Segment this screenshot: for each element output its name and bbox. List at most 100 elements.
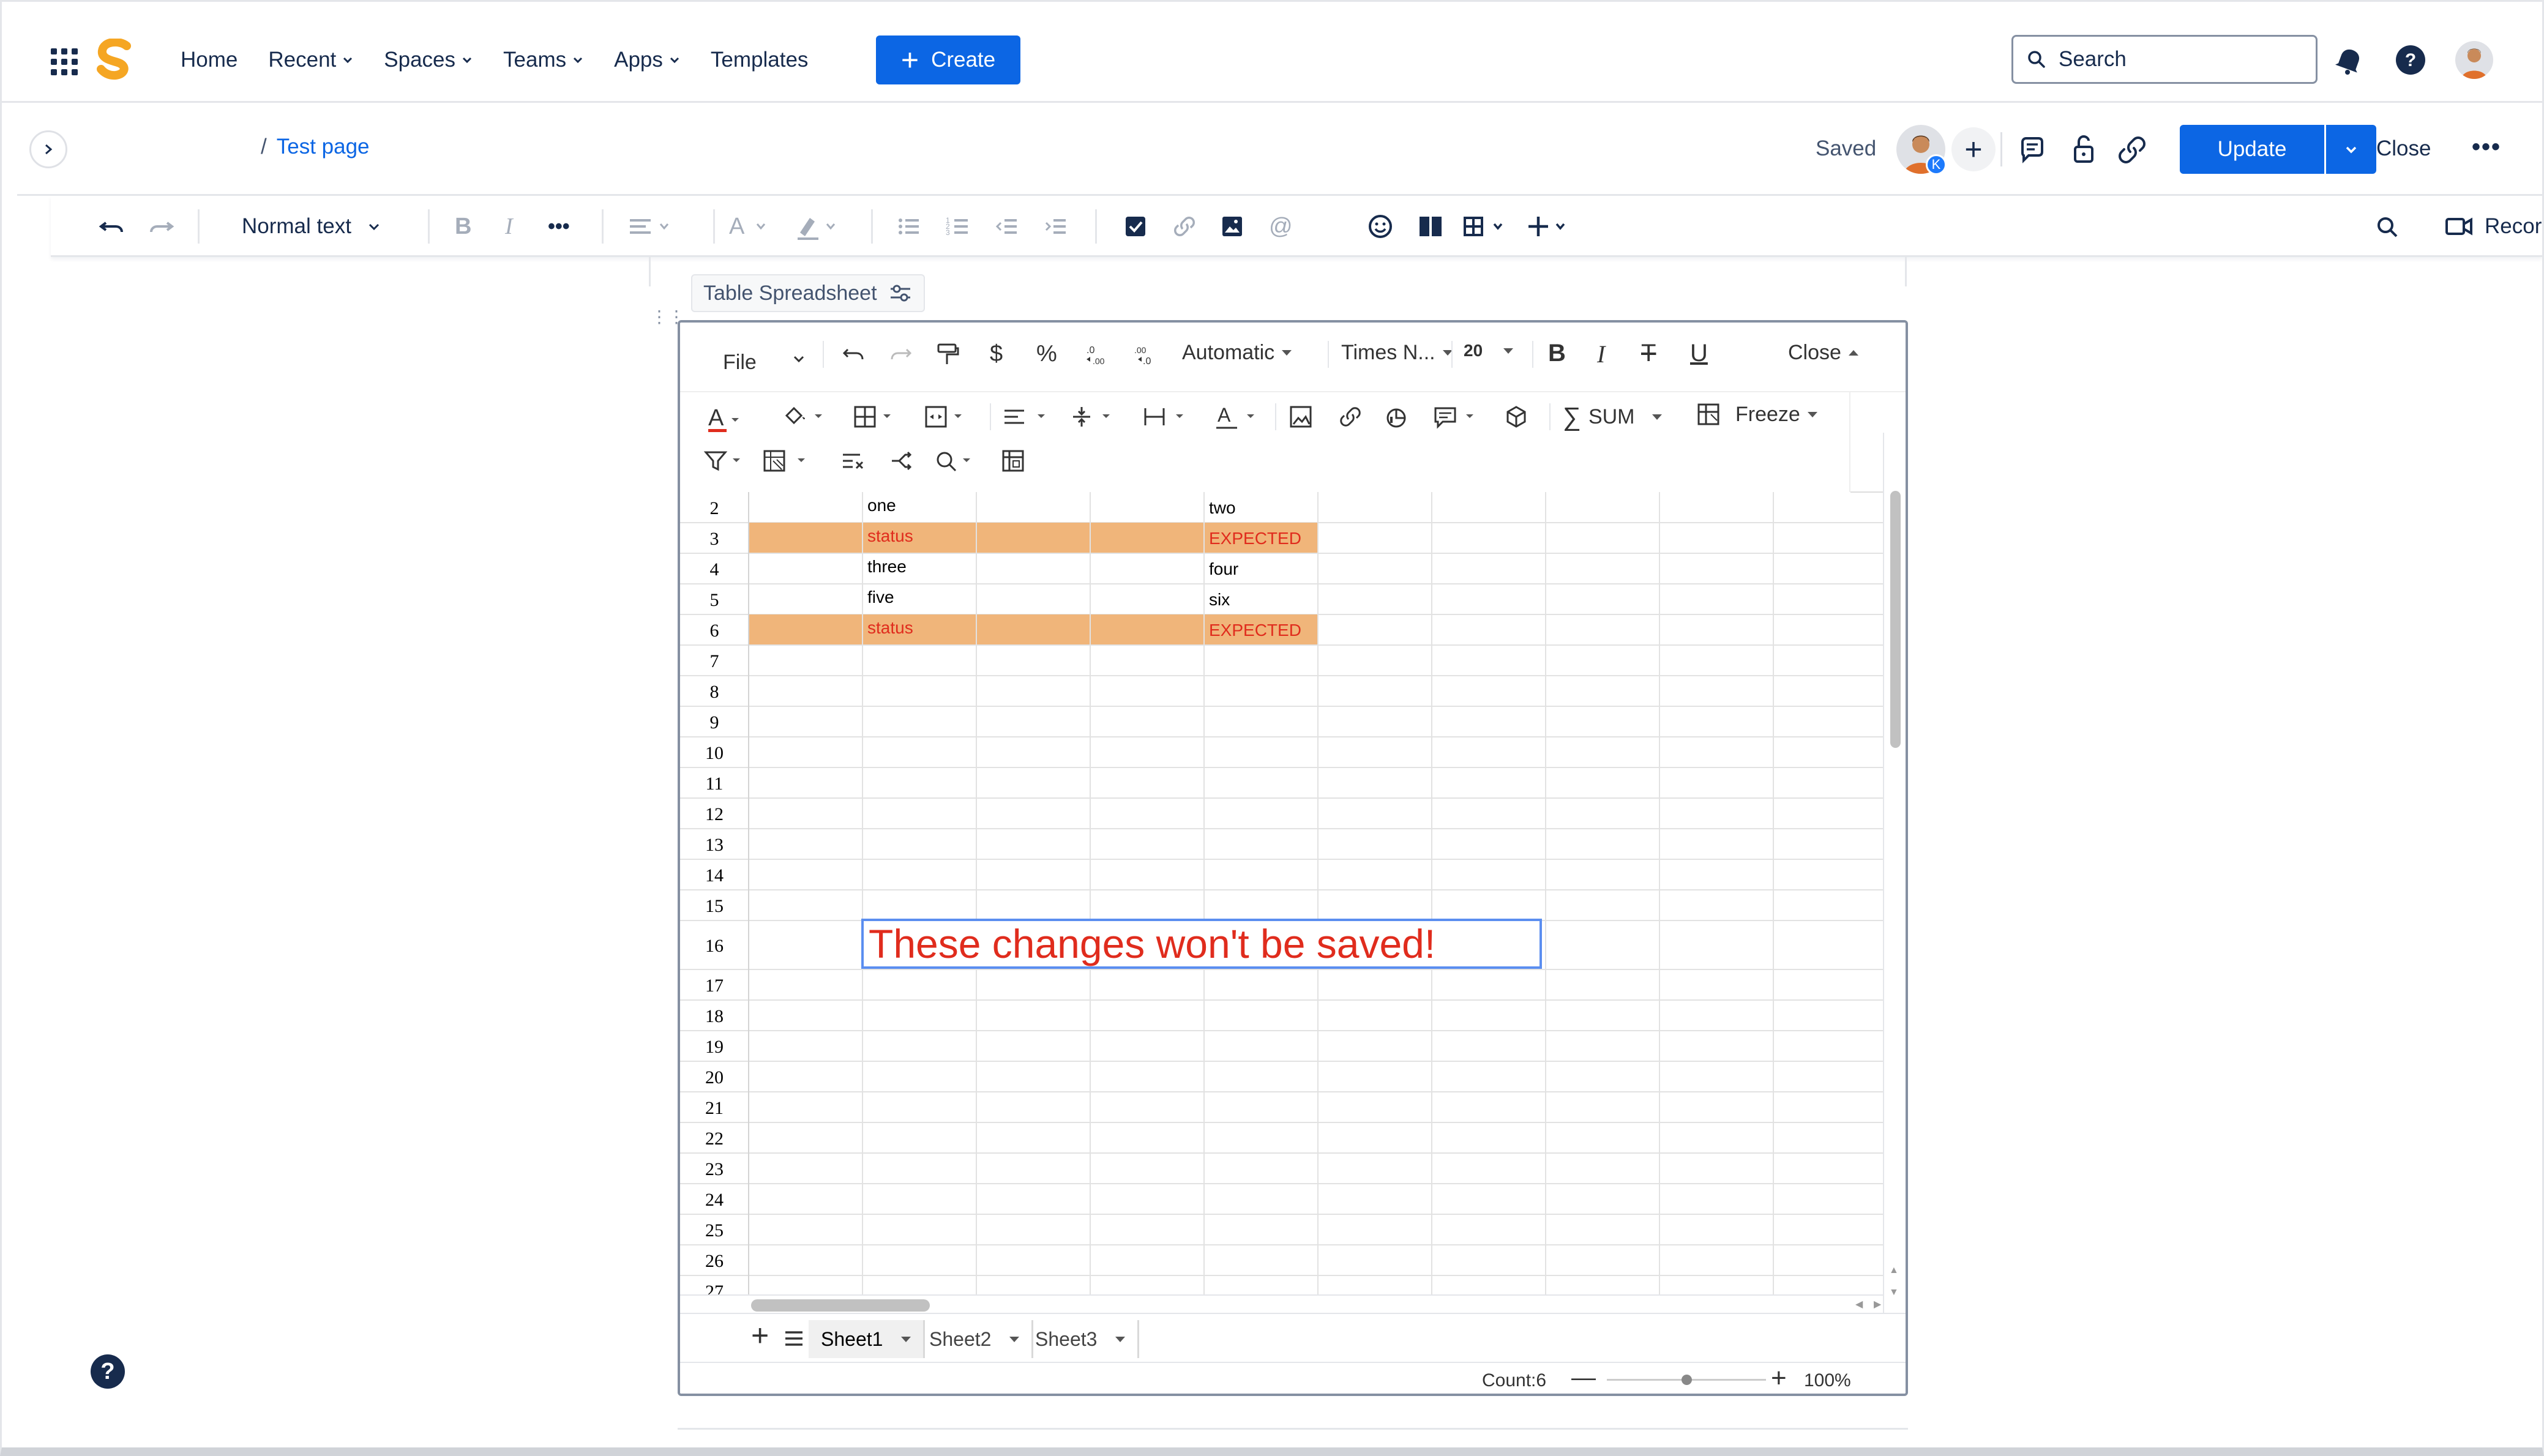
filter-icon[interactable] xyxy=(702,446,751,476)
file-menu[interactable]: File xyxy=(723,351,806,375)
data-validation-icon[interactable] xyxy=(1504,402,1531,431)
row-number[interactable]: 6 xyxy=(710,621,719,641)
nav-item-teams[interactable]: Teams xyxy=(503,48,583,72)
cell-grid[interactable]: 2 one two 3 status EXPECTED 4 three four 5 five six… xyxy=(680,492,1883,1294)
expand-sidebar-button[interactable] xyxy=(29,130,67,168)
selected-cell-warning[interactable]: These changes won't be saved! xyxy=(861,919,1542,969)
nav-item-apps[interactable]: Apps xyxy=(614,48,680,72)
row-number[interactable]: 27 xyxy=(705,1282,724,1294)
nav-item-spaces[interactable]: Spaces xyxy=(384,48,473,72)
row-number[interactable]: 22 xyxy=(705,1129,724,1149)
link-icon[interactable] xyxy=(1172,212,1197,241)
split-text-icon[interactable] xyxy=(887,446,916,476)
update-options-button[interactable] xyxy=(2326,125,2376,174)
site-logo-icon[interactable] xyxy=(95,39,135,81)
invite-collaborator-button[interactable]: + xyxy=(1951,127,1996,171)
insert-image-icon[interactable] xyxy=(1289,402,1315,431)
redo-icon[interactable] xyxy=(146,212,176,241)
comment-icon[interactable] xyxy=(2018,135,2047,164)
numbered-list-icon[interactable]: 123 xyxy=(946,212,970,241)
app-switcher-icon[interactable] xyxy=(51,48,78,75)
row-number[interactable]: 10 xyxy=(705,743,724,763)
currency-format-button[interactable]: $ xyxy=(990,341,1003,367)
row-number[interactable]: 21 xyxy=(705,1098,724,1118)
sheet-menu-arrow-icon[interactable] xyxy=(901,1336,911,1342)
row-number[interactable]: 5 xyxy=(710,590,719,610)
horizontal-scrollbar[interactable]: ◀ ▶ xyxy=(680,1294,1883,1313)
spreadsheet-grid[interactable]: 2 one two 3 status EXPECTED 4 three four 5 five six… xyxy=(680,492,1883,1294)
help-button[interactable]: ? xyxy=(91,1354,125,1389)
row-number[interactable]: 25 xyxy=(705,1220,724,1241)
row-number[interactable]: 2 xyxy=(710,498,719,518)
undo-icon[interactable] xyxy=(97,212,127,241)
horizontal-scroll-thumb[interactable] xyxy=(751,1299,930,1312)
cell-e[interactable]: EXPECTED xyxy=(1209,621,1301,640)
insert-link-icon[interactable] xyxy=(1337,402,1364,431)
row-number[interactable]: 3 xyxy=(710,529,719,549)
cell-b[interactable]: status xyxy=(867,526,913,545)
italic-icon[interactable]: I xyxy=(505,212,513,241)
notifications-icon[interactable] xyxy=(2333,43,2366,77)
help-icon[interactable]: ? xyxy=(2394,43,2427,77)
font-family-dropdown[interactable]: Times N... xyxy=(1341,341,1453,365)
action-item-icon[interactable] xyxy=(1123,212,1148,241)
row-number[interactable]: 23 xyxy=(705,1159,724,1179)
cell-e[interactable]: two xyxy=(1209,498,1236,517)
ss-bold-icon[interactable]: B xyxy=(1548,340,1566,367)
row-number[interactable]: 24 xyxy=(705,1190,724,1210)
table-icon[interactable] xyxy=(1462,212,1511,241)
conditional-format-icon[interactable] xyxy=(762,446,814,476)
clear-format-icon[interactable] xyxy=(839,446,869,476)
row-number[interactable]: 19 xyxy=(705,1037,724,1057)
nav-item-templates[interactable]: Templates xyxy=(711,48,809,72)
row-number[interactable]: 15 xyxy=(705,896,724,916)
insert-more-icon[interactable] xyxy=(1527,212,1576,241)
row-number[interactable]: 17 xyxy=(705,976,724,996)
text-rotate-icon[interactable]: A xyxy=(1215,401,1266,433)
bullet-list-icon[interactable] xyxy=(897,212,921,241)
cell-e[interactable]: four xyxy=(1209,559,1238,578)
scroll-up-arrow-icon[interactable]: ▲ xyxy=(1889,1265,1899,1276)
ss-find-icon[interactable] xyxy=(933,446,982,476)
user-avatar[interactable] xyxy=(2455,41,2493,79)
merge-cells-icon[interactable] xyxy=(924,402,968,431)
vertical-scroll-thumb[interactable] xyxy=(1890,491,1901,748)
cell-e[interactable]: six xyxy=(1209,590,1230,609)
search-input[interactable]: Search xyxy=(2011,35,2318,84)
row-number[interactable]: 9 xyxy=(710,712,719,733)
indent-icon[interactable] xyxy=(1044,212,1068,241)
ss-redo-icon[interactable] xyxy=(887,341,914,368)
row-number[interactable]: 12 xyxy=(705,804,724,824)
text-color-icon[interactable]: A xyxy=(724,212,773,241)
row-number[interactable]: 4 xyxy=(710,559,719,580)
scroll-right-arrow-icon[interactable]: ▶ xyxy=(1874,1298,1881,1310)
more-formatting-icon[interactable]: ••• xyxy=(548,212,570,241)
macro-label[interactable]: Table Spreadsheet xyxy=(691,274,925,312)
percent-format-button[interactable]: % xyxy=(1036,341,1057,367)
zoom-in-icon[interactable]: + xyxy=(1771,1363,1787,1394)
row-number[interactable]: 7 xyxy=(710,651,719,671)
text-style-dropdown[interactable]: Normal text xyxy=(242,212,381,241)
row-number[interactable]: 26 xyxy=(705,1251,724,1271)
vertical-align-icon[interactable] xyxy=(1069,402,1121,431)
cell-b[interactable]: five xyxy=(867,588,894,607)
sheet-tab-sheet2[interactable]: Sheet2 xyxy=(917,1320,1034,1358)
create-button[interactable]: + Create xyxy=(876,35,1020,84)
cell-b[interactable]: status xyxy=(867,618,913,637)
fill-color-icon[interactable] xyxy=(782,402,826,431)
underline-icon[interactable]: U xyxy=(1690,340,1708,367)
row-number[interactable]: 18 xyxy=(705,1006,724,1026)
nav-item-recent[interactable]: Recent xyxy=(268,48,353,72)
zoom-slider-knob[interactable] xyxy=(1682,1375,1692,1385)
image-icon[interactable] xyxy=(1220,212,1244,241)
more-actions-icon[interactable]: ••• xyxy=(2472,133,2501,161)
text-align-icon[interactable] xyxy=(626,212,675,241)
bold-icon[interactable]: B xyxy=(455,212,471,241)
pivot-table-icon[interactable] xyxy=(1000,446,1029,476)
row-number[interactable]: 13 xyxy=(705,835,724,855)
cell-e[interactable]: EXPECTED xyxy=(1209,529,1301,548)
cell-b[interactable]: one xyxy=(867,496,896,515)
sheet-tab-sheet3[interactable]: Sheet3 xyxy=(1023,1320,1140,1358)
sheet-menu-arrow-icon[interactable] xyxy=(1115,1336,1126,1342)
update-button[interactable]: Update xyxy=(2180,125,2324,174)
